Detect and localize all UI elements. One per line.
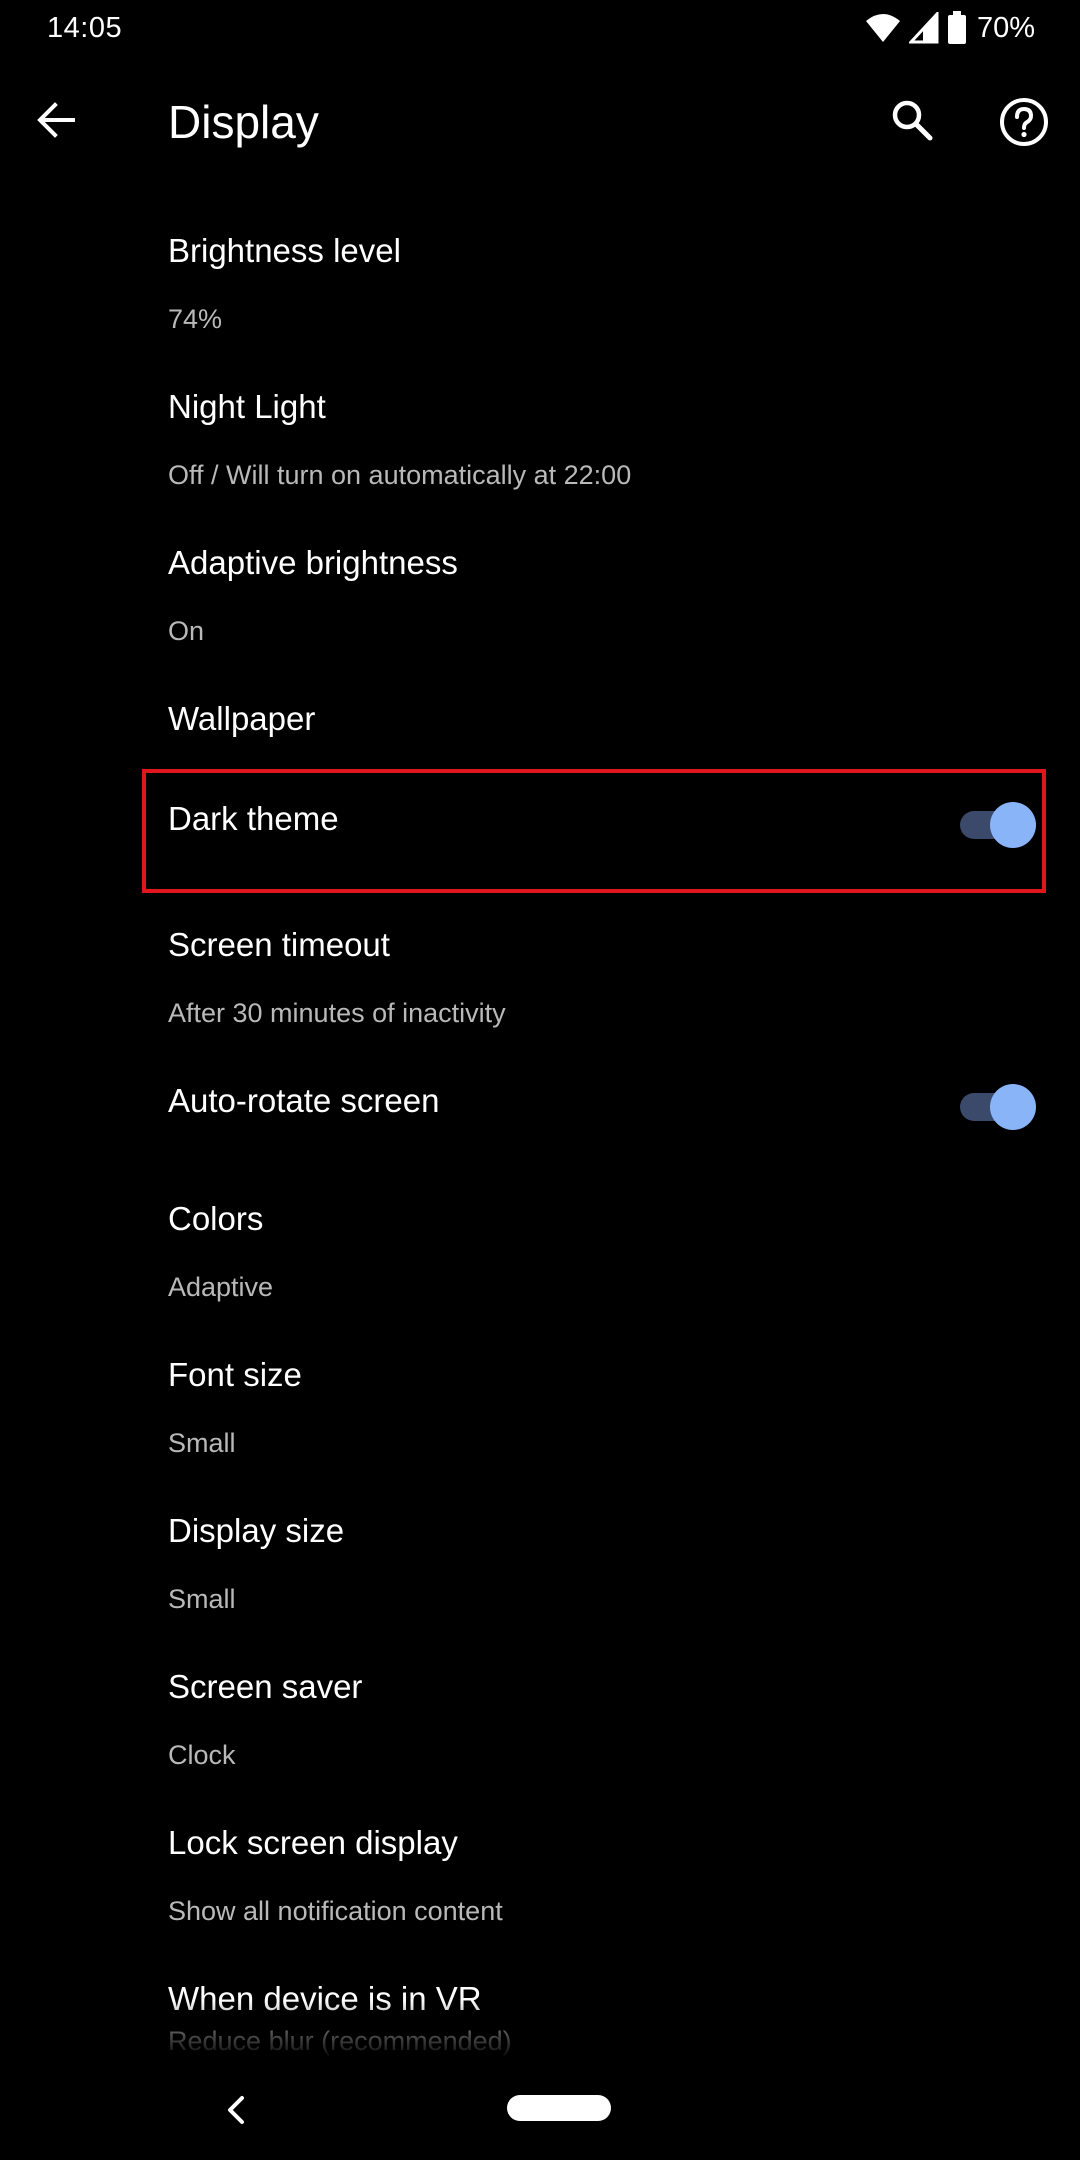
setting-wallpaper[interactable]: Wallpaper [0, 690, 1080, 790]
setting-title: When device is in VR [168, 1980, 482, 2017]
cell-signal-icon [908, 12, 939, 44]
setting-title: Lock screen display [168, 1824, 458, 1861]
setting-summary: Reduce blur (recommended) [168, 2026, 512, 2056]
setting-summary: 74% [168, 304, 223, 334]
setting-title: Display size [168, 1512, 345, 1549]
nav-back-button[interactable] [214, 2090, 258, 2134]
setting-summary: Small [168, 1428, 236, 1458]
dark-theme-toggle[interactable] [960, 796, 1036, 852]
back-arrow-icon [35, 99, 77, 146]
setting-title: Auto-rotate screen [168, 1082, 440, 1119]
status-icons: 70% [865, 10, 1035, 46]
setting-colors[interactable]: Colors Adaptive [0, 1200, 1080, 1330]
setting-title: Screen timeout [168, 926, 390, 963]
setting-summary: Off / Will turn on automatically at 22:0… [168, 460, 632, 490]
setting-title: Colors [168, 1200, 264, 1237]
setting-title: Adaptive brightness [168, 544, 458, 581]
setting-title: Dark theme [168, 800, 339, 837]
help-button[interactable] [994, 94, 1054, 154]
setting-title: Font size [168, 1356, 302, 1393]
setting-summary: Adaptive [168, 1272, 274, 1302]
back-button[interactable] [28, 94, 84, 150]
wifi-icon [865, 12, 901, 44]
setting-title: Brightness level [168, 232, 401, 269]
setting-dark-theme[interactable]: Dark theme [0, 778, 1080, 888]
battery-icon [947, 11, 967, 45]
setting-summary: Small [168, 1584, 236, 1614]
setting-adaptive-brightness[interactable]: Adaptive brightness On [0, 534, 1080, 664]
setting-auto-rotate-screen[interactable]: Auto-rotate screen [0, 1060, 1080, 1170]
nav-bar [0, 2060, 1080, 2160]
auto-rotate-toggle[interactable] [960, 1078, 1036, 1134]
setting-display-size[interactable]: Display size Small [0, 1512, 1080, 1642]
setting-title: Wallpaper [168, 700, 316, 737]
home-pill-icon[interactable] [507, 2095, 611, 2121]
setting-summary: After 30 minutes of inactivity [168, 998, 506, 1028]
battery-percent: 70% [976, 11, 1035, 44]
settings-list: Brightness level 74% Night Light Off / W… [0, 188, 1080, 2058]
status-bar: 14:05 70% [0, 0, 1080, 56]
setting-title: Night Light [168, 388, 326, 425]
setting-brightness-level[interactable]: Brightness level 74% [0, 222, 1080, 352]
status-time: 14:05 [47, 12, 123, 44]
setting-screen-saver[interactable]: Screen saver Clock [0, 1668, 1080, 1798]
toggle-thumb [990, 1084, 1036, 1130]
setting-screen-timeout[interactable]: Screen timeout After 30 minutes of inact… [0, 926, 1080, 1056]
setting-summary: Show all notification content [168, 1896, 503, 1926]
search-icon [890, 98, 934, 147]
setting-lock-screen-display[interactable]: Lock screen display Show all notificatio… [0, 1824, 1080, 1954]
search-button[interactable] [884, 94, 940, 150]
page-title: Display [168, 96, 319, 148]
nav-back-icon [222, 2092, 250, 2133]
setting-vr-mode[interactable]: When device is in VR Reduce blur (recomm… [0, 1980, 1080, 2058]
setting-summary: On [168, 616, 205, 646]
setting-title: Screen saver [168, 1668, 363, 1705]
toolbar: Display [0, 56, 1080, 188]
help-icon [998, 96, 1050, 153]
setting-night-light[interactable]: Night Light Off / Will turn on automatic… [0, 378, 1080, 508]
toggle-thumb [990, 802, 1036, 848]
setting-font-size[interactable]: Font size Small [0, 1356, 1080, 1486]
setting-summary: Clock [168, 1740, 236, 1770]
